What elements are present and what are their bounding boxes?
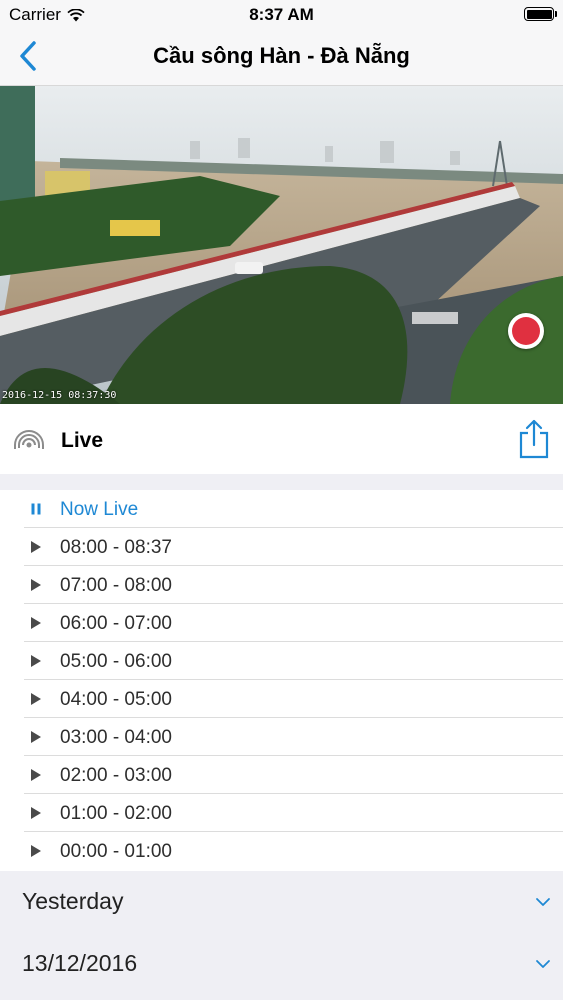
list-item[interactable]: 01:00 - 02:00 xyxy=(0,794,563,832)
play-icon xyxy=(31,769,41,781)
list-item[interactable]: 00:00 - 01:00 xyxy=(0,832,563,870)
section-gap xyxy=(0,474,563,490)
page-title: Cầu sông Hàn - Đà Nẵng xyxy=(153,43,410,68)
time-range-label: 04:00 - 05:00 xyxy=(60,689,172,710)
time-range-label: 03:00 - 04:00 xyxy=(60,727,172,748)
time-range-label: 06:00 - 07:00 xyxy=(60,613,172,634)
chevron-down-icon xyxy=(536,960,550,968)
navigation-bar: Cầu sông Hàn - Đà Nẵng xyxy=(0,30,563,86)
list-item[interactable]: 06:00 - 07:00 xyxy=(0,604,563,642)
section-yesterday[interactable]: Yesterday xyxy=(0,871,563,933)
play-icon xyxy=(31,579,41,591)
now-live-label: Now Live xyxy=(60,499,139,520)
share-icon[interactable] xyxy=(517,419,551,459)
section-label: Yesterday xyxy=(22,888,124,914)
chevron-down-icon xyxy=(536,898,550,906)
time-range-label: 00:00 - 01:00 xyxy=(60,841,172,862)
time-range-label: 08:00 - 08:37 xyxy=(60,537,172,558)
section-label: 13/12/2016 xyxy=(22,950,138,976)
live-label: Live xyxy=(61,429,104,452)
time-range-label: 01:00 - 02:00 xyxy=(60,803,172,824)
list-item[interactable]: 07:00 - 08:00 xyxy=(0,566,563,604)
play-icon xyxy=(31,617,41,629)
play-icon xyxy=(31,807,41,819)
list-item[interactable]: 05:00 - 06:00 xyxy=(0,642,563,680)
playlist: Now Live 08:00 - 08:37 07:00 - 08:00 06:… xyxy=(0,490,563,870)
camera-timestamp: 2016-12-15 08:37:30 xyxy=(2,390,117,401)
record-icon xyxy=(512,317,540,345)
time-range-label: 02:00 - 03:00 xyxy=(60,765,172,786)
list-item[interactable]: 03:00 - 04:00 xyxy=(0,718,563,756)
list-item[interactable]: 02:00 - 03:00 xyxy=(0,756,563,794)
back-chevron-icon[interactable] xyxy=(14,38,44,74)
camera-feed[interactable]: 2016-12-15 08:37:30 xyxy=(0,86,563,404)
play-icon xyxy=(31,693,41,705)
live-header: Live xyxy=(0,404,563,474)
section-date[interactable]: 13/12/2016 xyxy=(0,933,563,1000)
time-range-label: 07:00 - 08:00 xyxy=(60,575,172,596)
pause-icon xyxy=(31,503,41,515)
battery-icon xyxy=(524,7,557,21)
play-icon xyxy=(31,655,41,667)
play-icon xyxy=(31,845,41,857)
play-icon xyxy=(31,731,41,743)
play-icon xyxy=(31,541,41,553)
broadcast-icon xyxy=(14,430,44,449)
list-item[interactable]: 08:00 - 08:37 xyxy=(0,528,563,566)
camera-image xyxy=(0,86,563,404)
list-item-now-live[interactable]: Now Live xyxy=(0,490,563,528)
status-bar: Carrier 8:37 AM xyxy=(0,0,563,30)
status-time: 8:37 AM xyxy=(249,5,314,24)
record-button[interactable] xyxy=(508,313,544,349)
list-item[interactable]: 04:00 - 05:00 xyxy=(0,680,563,718)
time-range-label: 05:00 - 06:00 xyxy=(60,651,172,672)
